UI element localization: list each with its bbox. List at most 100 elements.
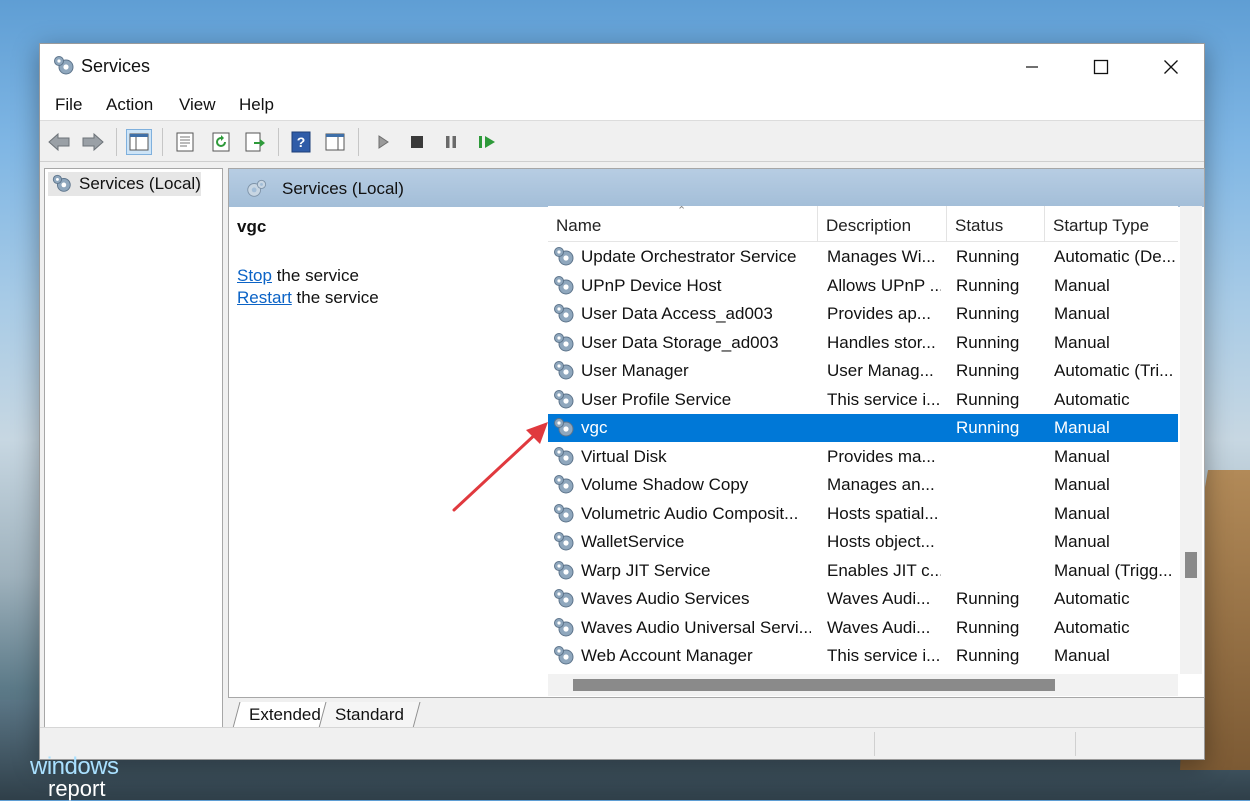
cell-description: This service i... [827, 646, 941, 665]
pane-title: Services (Local) [282, 179, 404, 198]
table-row[interactable]: User Profile Service This service i... Run… [548, 386, 1178, 414]
cell-startup-type: Automatic (De... [1054, 247, 1176, 266]
windows-report-watermark: windows report [30, 755, 119, 800]
back-button[interactable] [46, 129, 72, 155]
cell-description: Hosts object... [827, 532, 935, 551]
table-row[interactable]: User Data Access_ad003 Provides ap... Runn… [548, 300, 1178, 328]
cell-startup-type: Automatic (Tri... [1054, 361, 1174, 380]
pane-header: Services (Local) [229, 169, 1204, 207]
selected-service-name: vgc [237, 217, 267, 236]
cell-name: User Data Access_ad003 [581, 304, 773, 323]
services-window: Services File Action View Help ? Service… [39, 43, 1205, 760]
service-gear-icon [552, 644, 576, 668]
service-gear-icon [552, 274, 576, 298]
stop-service-button[interactable] [404, 129, 430, 155]
forward-arrow-icon [82, 132, 104, 152]
pause-service-button[interactable] [438, 129, 464, 155]
cell-status: Running [956, 304, 1020, 323]
cell-description: Enables JIT c... [827, 561, 941, 580]
tree-item-services-local[interactable]: Services (Local) [48, 172, 201, 196]
cell-description: Hosts spatial... [827, 504, 939, 523]
cell-description: Waves Audi... [827, 589, 931, 608]
service-gear-icon [552, 245, 576, 269]
table-row[interactable]: User Manager User Manag... Running Automati… [548, 357, 1178, 385]
table-row[interactable]: Volumetric Audio Composit... Hosts spatia… [548, 500, 1178, 528]
cell-name: WalletService [581, 532, 685, 551]
close-button[interactable] [1136, 44, 1206, 90]
stop-service-link[interactable]: Stop [237, 266, 272, 285]
table-row[interactable]: Web Account Manager This service i... Runn… [548, 642, 1178, 670]
show-hide-action-pane-button[interactable] [322, 129, 348, 155]
cell-name: Web Account Manager [581, 646, 753, 665]
cell-description: Manages Wi... [827, 247, 936, 266]
tab-standard-label: Standard [335, 705, 404, 724]
restart-service-link[interactable]: Restart [237, 288, 292, 307]
cell-startup-type: Manual (Trigg... [1054, 561, 1173, 580]
column-header-description[interactable]: Description [818, 206, 947, 242]
list-header: ⌃ Name Description Status Startup Type [548, 206, 1178, 242]
cell-status: Running [956, 618, 1020, 637]
tree-item-label: Services (Local) [79, 174, 201, 193]
svg-text:?: ? [297, 134, 306, 150]
cell-status: Running [956, 361, 1020, 380]
pause-service-icon [446, 136, 456, 148]
cell-description: Manages an... [827, 475, 935, 494]
cell-status: Running [956, 646, 1020, 665]
services-gear-icon [52, 54, 76, 83]
properties-button[interactable] [172, 129, 198, 155]
menu-file[interactable]: File [55, 95, 82, 115]
tab-standard[interactable]: Standard [318, 702, 421, 728]
restart-action: Restart the service [237, 287, 537, 309]
show-hide-console-tree-button[interactable] [126, 129, 152, 155]
title-bar[interactable]: Services [40, 44, 1204, 90]
resume-service-button[interactable] [474, 129, 500, 155]
status-bar [40, 727, 1204, 759]
vertical-scroll-thumb[interactable] [1185, 552, 1197, 578]
export-list-button[interactable] [242, 129, 268, 155]
cell-name: User Profile Service [581, 390, 732, 409]
menu-help[interactable]: Help [239, 95, 274, 115]
vertical-scrollbar[interactable] [1180, 206, 1202, 674]
table-row[interactable]: Virtual Disk Provides ma... Manual [548, 443, 1178, 471]
back-arrow-icon [48, 132, 70, 152]
cell-name: Update Orchestrator Service [581, 247, 797, 266]
forward-button[interactable] [80, 129, 106, 155]
menu-action[interactable]: Action [106, 95, 153, 115]
cell-status: Running [956, 276, 1020, 295]
refresh-button[interactable] [208, 129, 234, 155]
cell-description: Allows UPnP ... [827, 276, 941, 295]
horizontal-scrollbar[interactable] [548, 674, 1178, 696]
table-row[interactable]: Warp JIT Service Enables JIT c... Manual (… [548, 557, 1178, 585]
column-header-status[interactable]: Status [947, 206, 1045, 242]
services-gear-icon [52, 174, 71, 192]
service-gear-icon [552, 616, 576, 640]
cell-startup-type: Manual [1054, 418, 1110, 437]
cell-startup-type: Manual [1054, 504, 1110, 523]
help-button[interactable]: ? [288, 129, 314, 155]
table-row[interactable]: WalletService Hosts object... Manual [548, 528, 1178, 556]
table-row[interactable]: vgc Running Manual [548, 414, 1178, 442]
horizontal-scroll-thumb[interactable] [573, 679, 1055, 691]
cell-startup-type: Manual [1054, 532, 1110, 551]
table-row[interactable]: Volume Shadow Copy Manages an... Manual [548, 471, 1178, 499]
start-service-icon [378, 135, 389, 149]
maximize-icon [1093, 59, 1109, 75]
column-header-name[interactable]: Name [548, 206, 818, 242]
table-row[interactable]: Waves Audio Services Waves Audi... Running… [548, 585, 1178, 613]
table-row[interactable]: User Data Storage_ad003 Handles stor... Ru… [548, 329, 1178, 357]
minimize-button[interactable] [997, 44, 1067, 90]
cell-startup-type: Manual [1054, 304, 1110, 323]
table-row[interactable]: Waves Audio Universal Servi... Waves Audi… [548, 614, 1178, 642]
start-service-button[interactable] [370, 129, 396, 155]
annotation-arrow-icon [452, 422, 548, 512]
table-row[interactable]: Update Orchestrator Service Manages Wi...… [548, 243, 1178, 271]
stop-action-text: the service [271, 266, 359, 285]
menu-view[interactable]: View [179, 95, 216, 115]
column-header-startup-type[interactable]: Startup Type [1045, 206, 1178, 242]
cell-startup-type: Manual [1054, 447, 1110, 466]
cell-name: Waves Audio Universal Servi... [581, 618, 811, 637]
cell-startup-type: Automatic [1054, 390, 1130, 409]
maximize-button[interactable] [1066, 44, 1136, 90]
table-row[interactable]: UPnP Device Host Allows UPnP ... Running Ma… [548, 272, 1178, 300]
window-title: Services [81, 56, 151, 76]
